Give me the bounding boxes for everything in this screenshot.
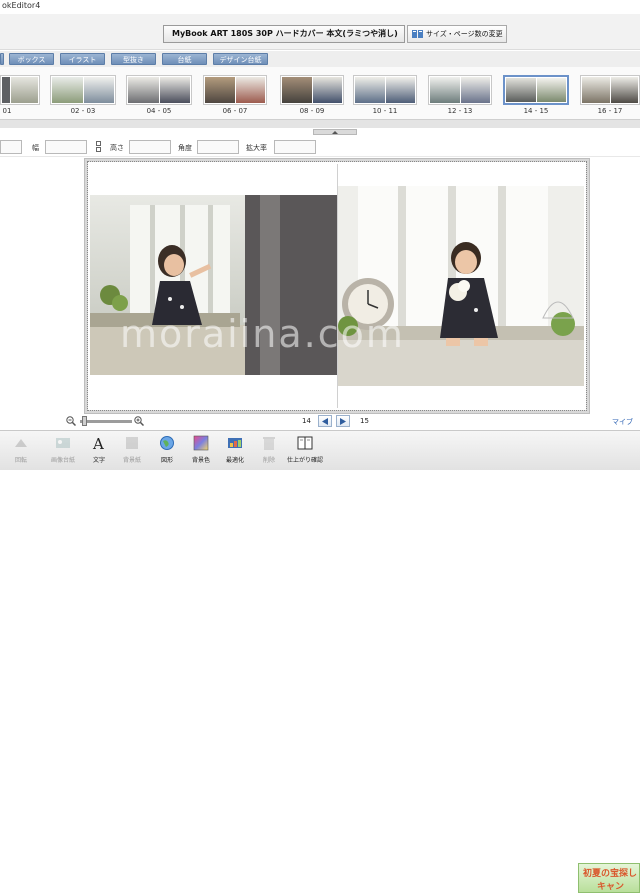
- zoom-in-icon[interactable]: [134, 416, 144, 426]
- thumbnail-label: 16 - 17: [597, 107, 623, 115]
- page-thumbnail-selected[interactable]: [503, 75, 569, 105]
- angle-field[interactable]: [197, 140, 239, 154]
- width-field[interactable]: [45, 140, 87, 154]
- page-thumbnail[interactable]: [353, 75, 417, 105]
- thumbnail-label: 12 - 13: [447, 107, 473, 115]
- open-book-icon: [297, 436, 313, 450]
- tab-box[interactable]: ボックス: [9, 53, 54, 65]
- change-size-button[interactable]: サイズ・ページ数の変更: [407, 25, 507, 43]
- optimize-button[interactable]: 最適化: [220, 433, 250, 469]
- triangle-right-icon: [340, 418, 346, 425]
- photo-girl-clock: [338, 186, 584, 386]
- thumbnail-label: 08 - 09: [299, 107, 325, 115]
- image-mount-button[interactable]: 画像台紙: [48, 433, 78, 469]
- angle-label: 角度: [178, 144, 192, 152]
- thumbnail-label: 14 - 15: [523, 107, 549, 115]
- page-thumbnail[interactable]: [50, 75, 116, 105]
- page-navigation-bar: 14 15 マイブ: [0, 414, 640, 430]
- optimize-icon: [228, 438, 242, 448]
- page-thumbnail[interactable]: [580, 75, 640, 105]
- page-thumbnail[interactable]: [203, 75, 267, 105]
- window-title: okEditor4: [0, 0, 640, 14]
- thumbnail-label: 06 - 07: [222, 107, 248, 115]
- background-color-button[interactable]: 背景色: [186, 433, 216, 469]
- width-label: 幅: [32, 144, 39, 152]
- zoom-slider-handle[interactable]: [82, 416, 87, 426]
- thumbnail-label: 02 - 03: [70, 107, 96, 115]
- my-page-link[interactable]: マイブ: [612, 417, 633, 427]
- page-thumbnail-strip: 01 02 - 03 04 - 05 06 - 07 08 - 09 10 - …: [0, 67, 640, 119]
- right-page-number: 15: [360, 417, 369, 425]
- shape-button[interactable]: 図形: [152, 433, 182, 469]
- text-icon: A: [92, 435, 104, 451]
- trash-icon: [263, 437, 275, 450]
- campaign-banner[interactable]: 初夏の宝探し キャン: [578, 863, 640, 893]
- height-label: 高さ: [110, 144, 124, 152]
- image-mount-icon: [56, 438, 70, 448]
- left-page-number: 14: [302, 417, 311, 425]
- delete-button[interactable]: 削除: [254, 433, 284, 469]
- canvas-watermark: moraiina.com: [120, 312, 405, 356]
- tab-illust[interactable]: イラスト: [60, 53, 105, 65]
- property-bar: 幅 高さ 角度 拡大率: [0, 137, 640, 157]
- rotate-label: 回転: [14, 457, 27, 464]
- page-thumbnail[interactable]: [126, 75, 192, 105]
- bottom-toolbar: 回転 画像台紙 A 文字 背景紙 図形 背景色 最適化 削除 仕上がり確認 初夏…: [0, 430, 640, 893]
- globe-shape-icon: [160, 436, 174, 450]
- editing-canvas[interactable]: moraiina.com: [84, 158, 590, 414]
- next-page-button[interactable]: [336, 415, 350, 427]
- tab-diecut[interactable]: 型抜き: [111, 53, 156, 65]
- position-field[interactable]: [0, 140, 22, 154]
- background-paper-button[interactable]: 背景紙: [117, 433, 147, 469]
- zoom-out-icon[interactable]: [66, 416, 76, 426]
- thumbnail-label: 01: [2, 107, 12, 115]
- change-size-label: サイズ・ページ数の変更: [426, 30, 503, 38]
- tab-mount[interactable]: 台紙: [162, 53, 207, 65]
- page-thumbnail[interactable]: [280, 75, 344, 105]
- zoom-rate-field[interactable]: [274, 140, 316, 154]
- product-bar: MyBook ART 180S 30P ハードカバー 本文(ラミつや消し) サイ…: [0, 14, 640, 50]
- rotate-icon: [15, 439, 27, 447]
- tab-design-mount[interactable]: デザイン台紙: [213, 53, 268, 65]
- book-icon: [412, 30, 423, 38]
- triangle-left-icon: [322, 418, 328, 425]
- link-aspect-icon[interactable]: [96, 141, 101, 152]
- zoom-slider[interactable]: [80, 420, 132, 423]
- thumbnail-scrollbar[interactable]: [0, 119, 640, 128]
- page-thumbnail[interactable]: [0, 75, 40, 105]
- page-thumbnail[interactable]: [428, 75, 492, 105]
- background-paper-icon: [126, 437, 138, 449]
- tab-bar: ボックス イラスト 型抜き 台紙 デザイン台紙: [0, 51, 640, 67]
- thumbnail-label: 04 - 05: [146, 107, 172, 115]
- background-color-icon: [193, 435, 209, 451]
- svg-text:A: A: [92, 435, 104, 451]
- text-button[interactable]: A 文字: [84, 433, 114, 469]
- finish-preview-label: 仕上がり確認: [286, 457, 323, 464]
- page-spread: moraiina.com: [90, 164, 584, 408]
- right-page-photo[interactable]: [338, 186, 584, 386]
- banner-line1: 初夏の宝探し: [583, 869, 638, 879]
- product-name: MyBook ART 180S 30P ハードカバー 本文(ラミつや消し): [163, 25, 405, 43]
- tab-edge[interactable]: [0, 53, 4, 65]
- finish-preview-button[interactable]: 仕上がり確認: [287, 433, 323, 469]
- zoom-rate-label: 拡大率: [246, 144, 267, 152]
- rotate-button[interactable]: 回転: [6, 433, 36, 469]
- height-field[interactable]: [129, 140, 171, 154]
- collapse-panel-handle[interactable]: [313, 129, 357, 135]
- banner-line2: キャン: [597, 882, 625, 892]
- prev-page-button[interactable]: [318, 415, 332, 427]
- thumbnail-label: 10 - 11: [372, 107, 398, 115]
